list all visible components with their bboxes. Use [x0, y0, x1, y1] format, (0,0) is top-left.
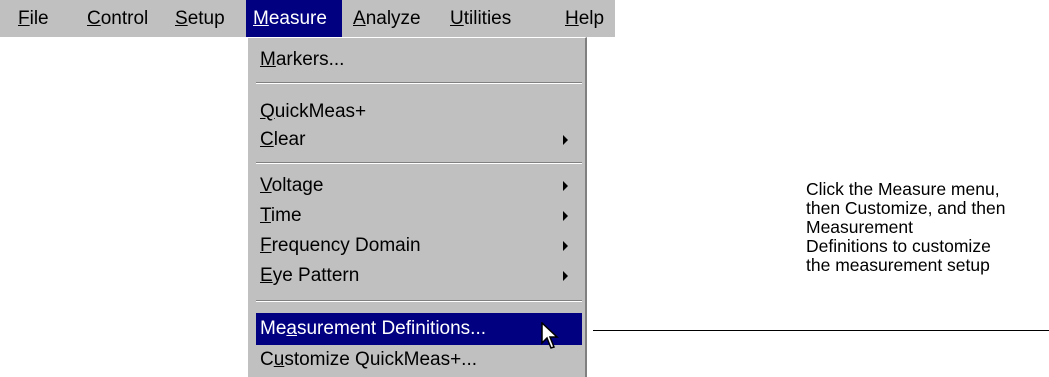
submenu-arrow-icon	[563, 211, 568, 221]
menu-item-time[interactable]: Time	[256, 200, 582, 232]
menu-file[interactable]: File	[11, 0, 56, 37]
menu-measure[interactable]: Measure	[246, 0, 342, 37]
menu-item-clear[interactable]: Clear	[256, 124, 582, 156]
menu-help[interactable]: Help	[558, 0, 611, 37]
menu-control[interactable]: Control	[80, 0, 155, 37]
measure-dropdown-menu: Markers... QuickMeas+ Clear Voltage Time…	[246, 37, 587, 377]
menu-bar: File Control Setup Measure Analyze Utili…	[0, 0, 615, 37]
menu-separator	[256, 162, 582, 164]
menu-separator	[256, 82, 582, 84]
menu-item-eye-pattern[interactable]: Eye Pattern	[256, 260, 582, 292]
menu-item-measurement-definitions[interactable]: Measurement Definitions...	[256, 313, 582, 345]
menu-utilities[interactable]: Utilities	[443, 0, 518, 37]
mouse-pointer-icon	[541, 322, 559, 349]
menu-setup[interactable]: Setup	[168, 0, 232, 37]
callout-leader-line	[593, 330, 1049, 331]
submenu-arrow-icon	[563, 181, 568, 191]
submenu-arrow-icon	[563, 241, 568, 251]
menu-separator	[256, 300, 582, 302]
menu-item-voltage[interactable]: Voltage	[256, 170, 582, 202]
menu-item-customize-quickmeas[interactable]: Customize QuickMeas+...	[256, 344, 582, 376]
callout-text: Click the Measure menu, then Customize, …	[806, 179, 1006, 275]
submenu-arrow-icon	[563, 271, 568, 281]
menu-analyze[interactable]: Analyze	[346, 0, 428, 37]
menu-item-frequency-domain[interactable]: Frequency Domain	[256, 230, 582, 262]
submenu-arrow-icon	[563, 135, 568, 145]
menu-item-markers[interactable]: Markers...	[256, 44, 582, 76]
